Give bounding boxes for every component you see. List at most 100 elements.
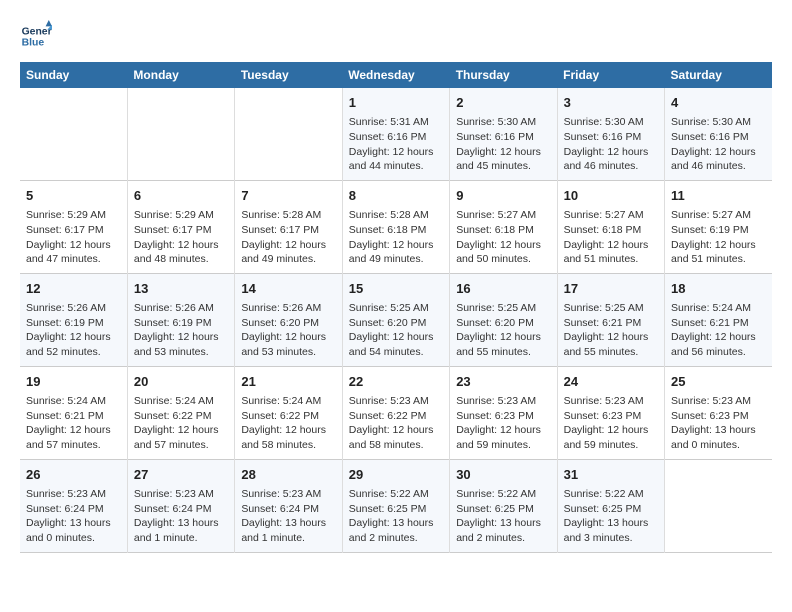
- day-number: 28: [241, 466, 335, 484]
- day-info: Sunrise: 5:29 AM Sunset: 6:17 PM Dayligh…: [26, 208, 121, 267]
- day-number: 18: [671, 280, 766, 298]
- logo: General Blue: [20, 20, 52, 52]
- day-info: Sunrise: 5:23 AM Sunset: 6:23 PM Dayligh…: [456, 394, 550, 453]
- day-number: 1: [349, 94, 443, 112]
- weekday-header-saturday: Saturday: [665, 62, 772, 88]
- calendar-cell: 16 Sunrise: 5:25 AM Sunset: 6:20 PM Dayli…: [450, 273, 557, 366]
- calendar-cell: 4Sunrise: 5:30 AM Sunset: 6:16 PM Daylig…: [665, 88, 772, 180]
- page-header: General Blue: [20, 20, 772, 52]
- calendar-cell: 12Sunrise: 5:26 AM Sunset: 6:19 PM Dayli…: [20, 273, 127, 366]
- day-number: 29: [349, 466, 443, 484]
- calendar-cell: [20, 88, 127, 180]
- day-info: Sunrise: 5:22 AM Sunset: 6:25 PM Dayligh…: [456, 487, 550, 546]
- day-info: Sunrise: 5:27 AM Sunset: 6:19 PM Dayligh…: [671, 208, 766, 267]
- calendar-cell: 13Sunrise: 5:26 AM Sunset: 6:19 PM Dayli…: [127, 273, 234, 366]
- day-info: Sunrise: 5:26 AM Sunset: 6:20 PM Dayligh…: [241, 301, 335, 360]
- day-number: 21: [241, 373, 335, 391]
- calendar-cell: 23 Sunrise: 5:23 AM Sunset: 6:23 PM Dayli…: [450, 366, 557, 459]
- calendar-cell: 19 Sunrise: 5:24 AM Sunset: 6:21 PM Dayli…: [20, 366, 127, 459]
- day-number: 31: [564, 466, 658, 484]
- day-number: 11: [671, 187, 766, 205]
- calendar-cell: 7 Sunrise: 5:28 AM Sunset: 6:17 PM Daylig…: [235, 180, 342, 273]
- week-row-4: 19 Sunrise: 5:24 AM Sunset: 6:21 PM Dayli…: [20, 366, 772, 459]
- day-info: Sunrise: 5:30 AM Sunset: 6:16 PM Dayligh…: [671, 115, 766, 174]
- calendar-cell: 15 Sunrise: 5:25 AM Sunset: 6:20 PM Dayli…: [342, 273, 449, 366]
- day-number: 15: [349, 280, 443, 298]
- day-number: 23: [456, 373, 550, 391]
- calendar-cell: 22 Sunrise: 5:23 AM Sunset: 6:22 PM Dayli…: [342, 366, 449, 459]
- calendar-cell: 27 Sunrise: 5:23 AM Sunset: 6:24 PM Dayli…: [127, 459, 234, 552]
- calendar-cell: 18 Sunrise: 5:24 AM Sunset: 6:21 PM Dayli…: [665, 273, 772, 366]
- day-info: Sunrise: 5:23 AM Sunset: 6:22 PM Dayligh…: [349, 394, 443, 453]
- day-info: Sunrise: 5:25 AM Sunset: 6:20 PM Dayligh…: [456, 301, 550, 360]
- calendar-header: SundayMondayTuesdayWednesdayThursdayFrid…: [20, 62, 772, 88]
- calendar-cell: 20Sunrise: 5:24 AM Sunset: 6:22 PM Dayli…: [127, 366, 234, 459]
- day-info: Sunrise: 5:23 AM Sunset: 6:24 PM Dayligh…: [241, 487, 335, 546]
- day-info: Sunrise: 5:23 AM Sunset: 6:23 PM Dayligh…: [564, 394, 658, 453]
- calendar-cell: 3 Sunrise: 5:30 AM Sunset: 6:16 PM Daylig…: [557, 88, 664, 180]
- calendar-cell: 1 Sunrise: 5:31 AM Sunset: 6:16 PM Daylig…: [342, 88, 449, 180]
- day-info: Sunrise: 5:31 AM Sunset: 6:16 PM Dayligh…: [349, 115, 443, 174]
- day-number: 14: [241, 280, 335, 298]
- day-number: 20: [134, 373, 228, 391]
- day-info: Sunrise: 5:24 AM Sunset: 6:21 PM Dayligh…: [26, 394, 121, 453]
- day-info: Sunrise: 5:30 AM Sunset: 6:16 PM Dayligh…: [456, 115, 550, 174]
- day-info: Sunrise: 5:25 AM Sunset: 6:21 PM Dayligh…: [564, 301, 658, 360]
- day-number: 10: [564, 187, 658, 205]
- day-number: 19: [26, 373, 121, 391]
- calendar-cell: 31 Sunrise: 5:22 AM Sunset: 6:25 PM Dayli…: [557, 459, 664, 552]
- day-info: Sunrise: 5:23 AM Sunset: 6:24 PM Dayligh…: [134, 487, 228, 546]
- day-info: Sunrise: 5:28 AM Sunset: 6:18 PM Dayligh…: [349, 208, 443, 267]
- day-number: 5: [26, 187, 121, 205]
- calendar-cell: 9Sunrise: 5:27 AM Sunset: 6:18 PM Daylig…: [450, 180, 557, 273]
- week-row-1: 1 Sunrise: 5:31 AM Sunset: 6:16 PM Daylig…: [20, 88, 772, 180]
- day-info: Sunrise: 5:26 AM Sunset: 6:19 PM Dayligh…: [26, 301, 121, 360]
- calendar-cell: 28 Sunrise: 5:23 AM Sunset: 6:24 PM Dayli…: [235, 459, 342, 552]
- calendar-cell: 10 Sunrise: 5:27 AM Sunset: 6:18 PM Dayli…: [557, 180, 664, 273]
- calendar-cell: 2 Sunrise: 5:30 AM Sunset: 6:16 PM Daylig…: [450, 88, 557, 180]
- weekday-header-thursday: Thursday: [450, 62, 557, 88]
- day-number: 8: [349, 187, 443, 205]
- day-number: 6: [134, 187, 228, 205]
- day-info: Sunrise: 5:25 AM Sunset: 6:20 PM Dayligh…: [349, 301, 443, 360]
- logo-icon: General Blue: [20, 20, 52, 52]
- day-info: Sunrise: 5:30 AM Sunset: 6:16 PM Dayligh…: [564, 115, 658, 174]
- day-number: 17: [564, 280, 658, 298]
- calendar-cell: 14 Sunrise: 5:26 AM Sunset: 6:20 PM Dayli…: [235, 273, 342, 366]
- day-info: Sunrise: 5:29 AM Sunset: 6:17 PM Dayligh…: [134, 208, 228, 267]
- week-row-3: 12Sunrise: 5:26 AM Sunset: 6:19 PM Dayli…: [20, 273, 772, 366]
- day-number: 27: [134, 466, 228, 484]
- calendar-cell: [127, 88, 234, 180]
- day-info: Sunrise: 5:22 AM Sunset: 6:25 PM Dayligh…: [564, 487, 658, 546]
- calendar-cell: 24 Sunrise: 5:23 AM Sunset: 6:23 PM Dayli…: [557, 366, 664, 459]
- calendar-cell: 5 Sunrise: 5:29 AM Sunset: 6:17 PM Daylig…: [20, 180, 127, 273]
- week-row-5: 26 Sunrise: 5:23 AM Sunset: 6:24 PM Dayli…: [20, 459, 772, 552]
- day-number: 3: [564, 94, 658, 112]
- day-info: Sunrise: 5:24 AM Sunset: 6:22 PM Dayligh…: [241, 394, 335, 453]
- day-number: 26: [26, 466, 121, 484]
- day-number: 24: [564, 373, 658, 391]
- day-info: Sunrise: 5:27 AM Sunset: 6:18 PM Dayligh…: [564, 208, 658, 267]
- calendar-cell: 17 Sunrise: 5:25 AM Sunset: 6:21 PM Dayli…: [557, 273, 664, 366]
- calendar-cell: 6 Sunrise: 5:29 AM Sunset: 6:17 PM Daylig…: [127, 180, 234, 273]
- week-row-2: 5 Sunrise: 5:29 AM Sunset: 6:17 PM Daylig…: [20, 180, 772, 273]
- calendar-cell: 25Sunrise: 5:23 AM Sunset: 6:23 PM Dayli…: [665, 366, 772, 459]
- day-number: 2: [456, 94, 550, 112]
- day-number: 22: [349, 373, 443, 391]
- calendar-cell: 30 Sunrise: 5:22 AM Sunset: 6:25 PM Dayli…: [450, 459, 557, 552]
- calendar-cell: 11 Sunrise: 5:27 AM Sunset: 6:19 PM Dayli…: [665, 180, 772, 273]
- day-number: 9: [456, 187, 550, 205]
- day-number: 16: [456, 280, 550, 298]
- day-number: 30: [456, 466, 550, 484]
- day-info: Sunrise: 5:24 AM Sunset: 6:21 PM Dayligh…: [671, 301, 766, 360]
- weekday-header-friday: Friday: [557, 62, 664, 88]
- calendar-cell: [665, 459, 772, 552]
- calendar-cell: [235, 88, 342, 180]
- calendar-cell: 21 Sunrise: 5:24 AM Sunset: 6:22 PM Dayli…: [235, 366, 342, 459]
- day-number: 7: [241, 187, 335, 205]
- day-info: Sunrise: 5:28 AM Sunset: 6:17 PM Dayligh…: [241, 208, 335, 267]
- svg-text:General: General: [22, 26, 52, 37]
- day-number: 13: [134, 280, 228, 298]
- weekday-header-wednesday: Wednesday: [342, 62, 449, 88]
- day-number: 25: [671, 373, 766, 391]
